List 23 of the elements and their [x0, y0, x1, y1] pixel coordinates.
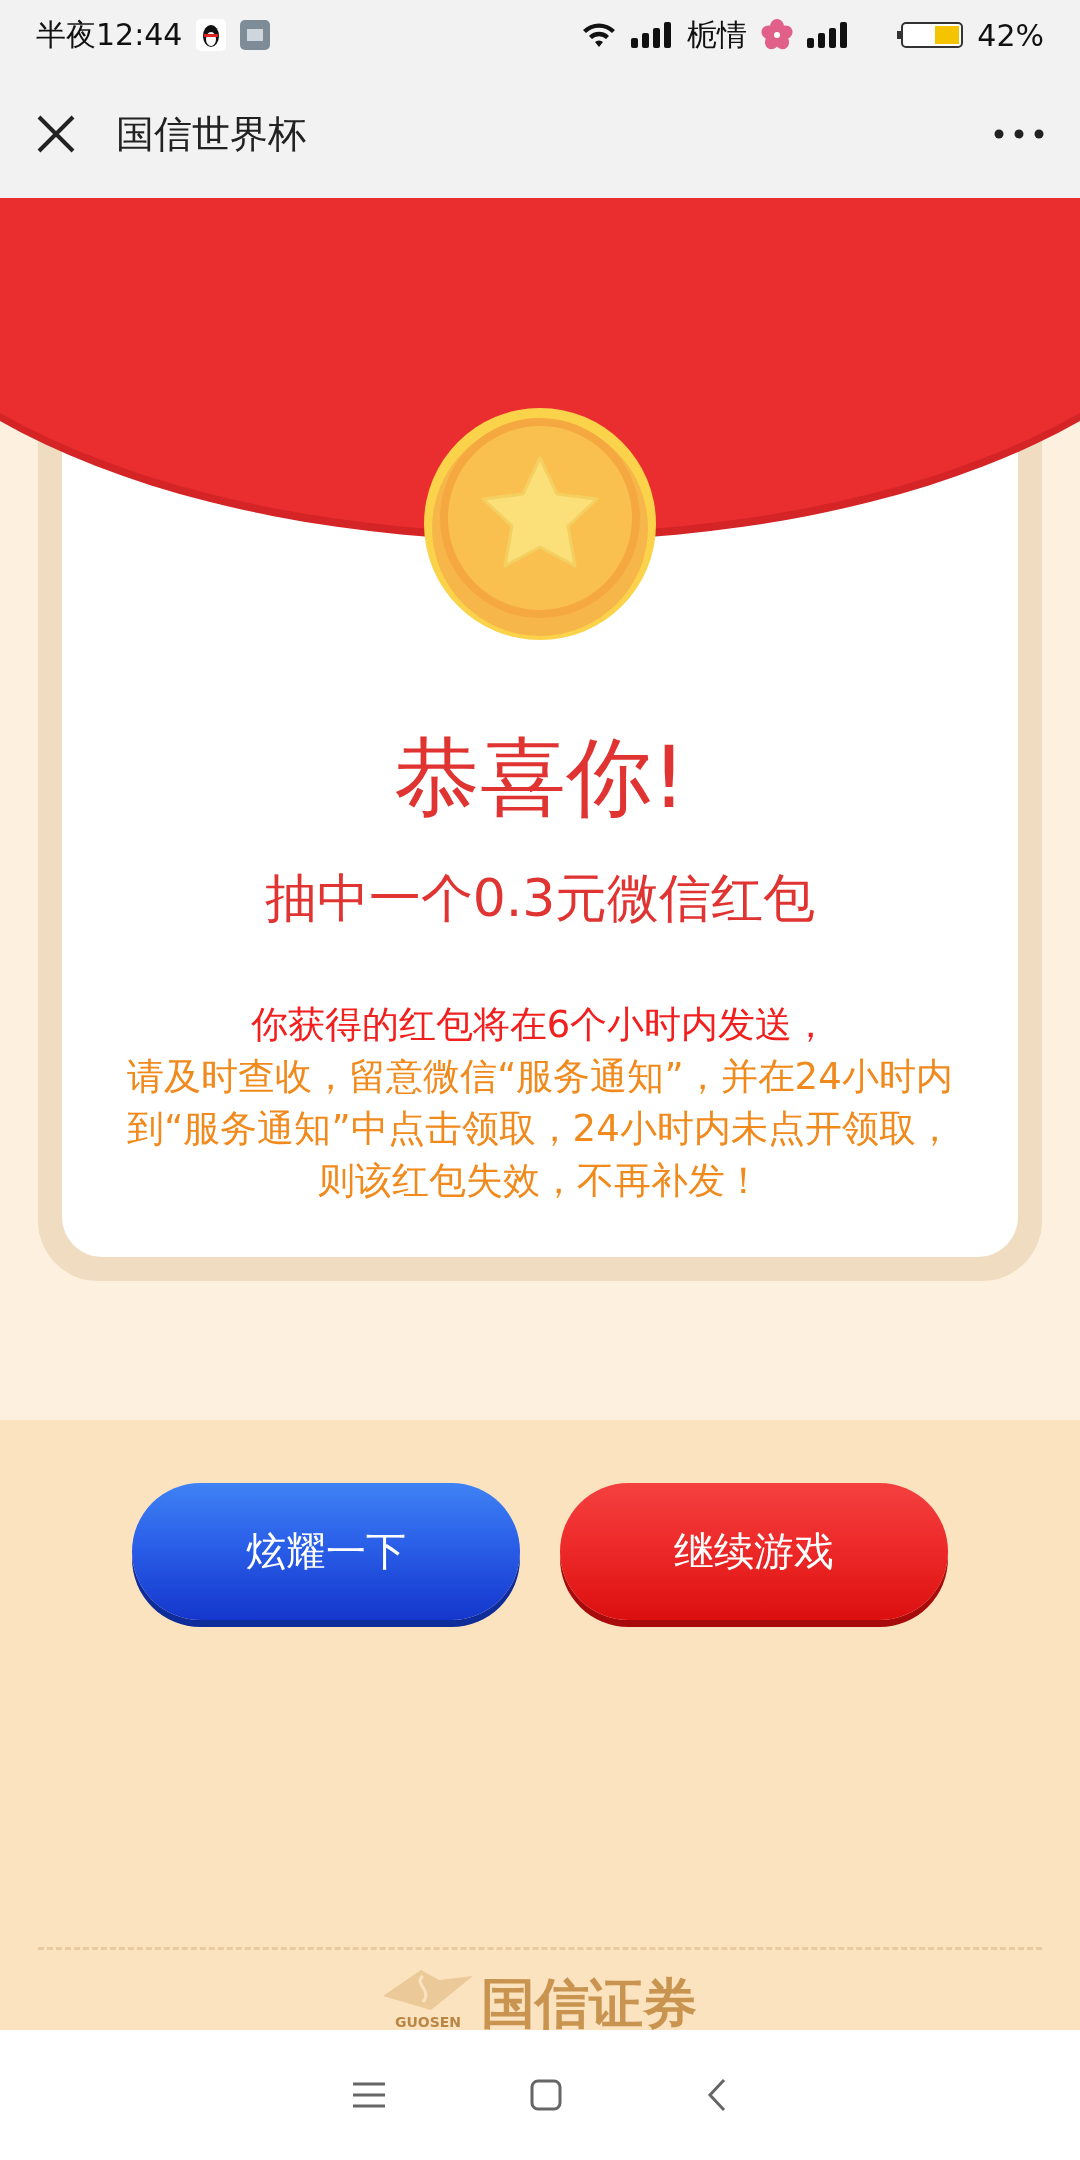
status-time: 半夜12:44	[36, 15, 183, 54]
signal-icon	[631, 22, 674, 48]
menu-icon[interactable]	[352, 2082, 385, 2108]
claim-instructions: 请及时查收，留意微信“服务通知”，并在24小时内到“服务通知”中点击领取，24小时内未点开领取，则该红包失效，不再补发！	[126, 1054, 954, 1204]
delivery-notice: 你获得的红包将在6个小时内发送，	[250, 1002, 830, 1048]
logo-text: 国信证券	[481, 1976, 697, 2030]
home-icon[interactable]	[530, 2079, 562, 2111]
close-icon[interactable]	[36, 114, 76, 154]
congratulations-heading: 恭喜你!	[393, 730, 687, 825]
wifi-icon	[581, 21, 618, 49]
more-icon[interactable]	[994, 129, 1044, 139]
back-icon[interactable]	[707, 2078, 728, 2112]
star-coin-icon	[422, 406, 658, 642]
battery-icon	[897, 22, 964, 48]
prize-text: 抽中一个0.3元微信红包	[264, 866, 816, 929]
battery-percent: 42%	[977, 17, 1044, 53]
flower-icon	[761, 19, 794, 51]
app-icon	[240, 20, 271, 50]
penguin-icon	[196, 19, 227, 51]
logo-caption: GUOSEN	[394, 2014, 462, 2030]
carrier-name: 栀情	[687, 15, 748, 54]
signal-icon	[807, 22, 850, 48]
page-title: 国信世界杯	[116, 110, 306, 158]
